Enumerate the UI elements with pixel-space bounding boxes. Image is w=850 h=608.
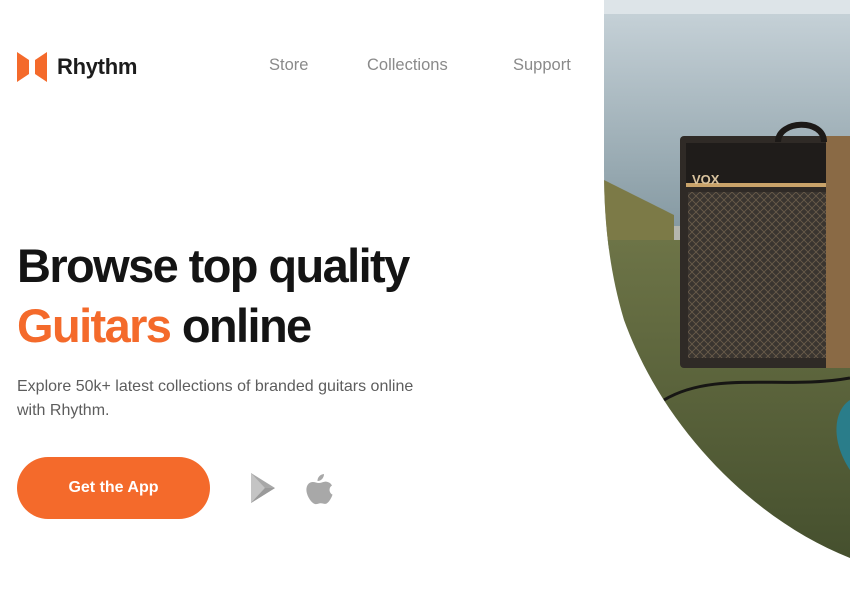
headline-line-1: Browse top quality xyxy=(17,239,410,292)
hero-subtext: Explore 50k+ latest collections of brand… xyxy=(17,378,414,419)
nav-collections[interactable]: Collections xyxy=(367,56,448,75)
main-nav: Store Collections Support xyxy=(0,56,604,78)
headline-line-2: Guitars online xyxy=(17,296,409,356)
hero-headline: Browse top quality Guitars online xyxy=(17,236,410,356)
hero-image: VOX xyxy=(604,0,850,608)
apple-icon[interactable] xyxy=(305,472,333,511)
google-play-icon[interactable] xyxy=(249,472,277,509)
headline-accent: Guitars xyxy=(17,299,172,352)
get-app-button[interactable]: Get the App xyxy=(17,457,210,519)
nav-support[interactable]: Support xyxy=(513,56,571,75)
headline-rest: online xyxy=(170,299,312,352)
nav-store[interactable]: Store xyxy=(269,56,308,75)
svg-text:VOX: VOX xyxy=(692,172,720,187)
